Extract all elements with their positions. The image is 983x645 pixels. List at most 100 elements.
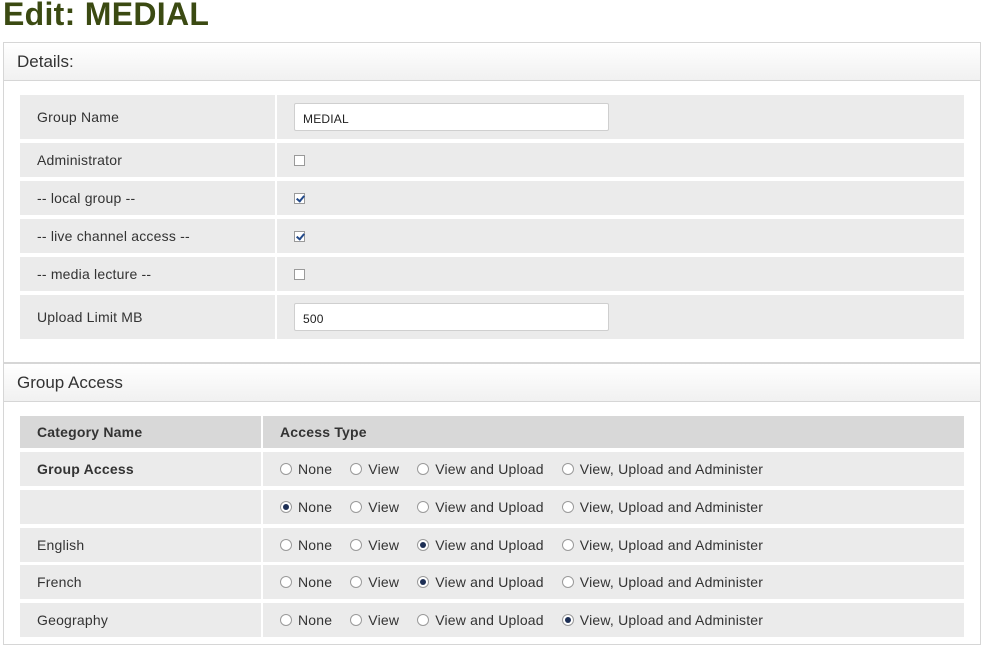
- access-option[interactable]: View: [350, 574, 399, 590]
- access-radio[interactable]: [561, 614, 574, 626]
- access-option[interactable]: View: [350, 537, 399, 553]
- access-option[interactable]: None: [280, 499, 332, 515]
- access-row-options: None View View and Upload View, Upload and …: [261, 528, 964, 562]
- access-option[interactable]: View and Upload: [417, 612, 544, 628]
- access-radio[interactable]: [280, 539, 292, 551]
- category-name-header: Category Name: [37, 424, 143, 440]
- access-option-label: View, Upload and Administer: [579, 574, 764, 590]
- access-option-label: View, Upload and Administer: [579, 612, 764, 628]
- group-access-panel: Group Access Category Name Access Type G…: [3, 363, 981, 645]
- live-channel-access-cell: [275, 219, 964, 253]
- live-channel-access-label: -- live channel access --: [37, 228, 190, 244]
- access-option[interactable]: View, Upload and Administer: [561, 612, 764, 628]
- access-option[interactable]: View, Upload and Administer: [561, 537, 764, 553]
- access-option[interactable]: View and Upload: [417, 461, 544, 477]
- local-group-label: -- local group --: [37, 190, 136, 206]
- access-option-label: View and Upload: [435, 461, 544, 477]
- access-option-label: View, Upload and Administer: [579, 537, 764, 553]
- access-radio[interactable]: [417, 501, 430, 513]
- access-option-label: None: [298, 574, 333, 590]
- local-group-row: -- local group --: [20, 181, 964, 215]
- access-option[interactable]: None: [280, 461, 332, 477]
- upload-limit-input[interactable]: 500: [294, 303, 609, 331]
- access-radio[interactable]: [561, 463, 574, 475]
- access-option[interactable]: View: [350, 612, 399, 628]
- access-row: Group Access None View View and Upload View,…: [20, 452, 964, 486]
- access-row: English None View View and Upload View, Uplo…: [20, 528, 964, 562]
- access-radio[interactable]: [280, 576, 292, 588]
- access-row: None View View and Upload View, Upload and …: [20, 490, 964, 524]
- access-option[interactable]: View and Upload: [417, 537, 544, 553]
- local-group-checkbox[interactable]: [294, 192, 305, 204]
- access-radio[interactable]: [561, 501, 574, 513]
- access-option[interactable]: View and Upload: [417, 574, 544, 590]
- access-option-label: View, Upload and Administer: [579, 461, 764, 477]
- access-option-label: View and Upload: [435, 574, 544, 590]
- group-name-label: Group Name: [37, 109, 120, 125]
- access-radio[interactable]: [350, 501, 363, 513]
- group-access-header: Group Access: [4, 364, 980, 402]
- access-radio[interactable]: [350, 463, 363, 475]
- access-option-label: View: [368, 612, 400, 628]
- access-row-category: Geography: [37, 612, 109, 628]
- media-lecture-row: -- media lecture --: [20, 257, 964, 291]
- access-option[interactable]: View: [350, 461, 399, 477]
- access-row-options: None View View and Upload View, Upload and …: [261, 565, 964, 599]
- access-option[interactable]: View: [350, 499, 399, 515]
- access-option-label: View, Upload and Administer: [579, 499, 764, 515]
- access-option-label: View and Upload: [435, 612, 544, 628]
- administrator-row: Administrator: [20, 143, 964, 177]
- local-group-cell: [275, 181, 964, 215]
- media-lecture-cell: [275, 257, 964, 291]
- page-title: Edit: MEDIAL: [3, 0, 210, 32]
- upload-limit-row: Upload Limit MB 500: [20, 295, 964, 339]
- access-option-label: None: [298, 461, 333, 477]
- access-row-category: Group Access: [37, 461, 134, 477]
- access-radio[interactable]: [417, 614, 430, 626]
- access-option[interactable]: None: [280, 612, 332, 628]
- access-row-options: None View View and Upload View, Upload and …: [261, 603, 964, 637]
- media-lecture-checkbox[interactable]: [294, 268, 305, 280]
- access-row-category: French: [37, 574, 82, 590]
- access-option-label: None: [298, 499, 333, 515]
- group-name-row: Group Name MEDIAL: [20, 95, 964, 139]
- access-radio[interactable]: [561, 576, 574, 588]
- access-row: French None View View and Upload View, Uploa…: [20, 565, 964, 599]
- live-channel-access-checkbox[interactable]: [294, 230, 305, 242]
- access-radio[interactable]: [350, 539, 363, 551]
- access-option[interactable]: View and Upload: [417, 499, 544, 515]
- access-radio[interactable]: [280, 501, 292, 513]
- administrator-cell: [275, 143, 964, 177]
- access-radio[interactable]: [350, 576, 363, 588]
- access-option-label: View: [368, 574, 400, 590]
- access-option[interactable]: View, Upload and Administer: [561, 499, 764, 515]
- access-radio[interactable]: [417, 463, 430, 475]
- access-option-label: View: [368, 537, 400, 553]
- access-option[interactable]: View, Upload and Administer: [561, 461, 764, 477]
- details-panel: Details: Group Name MEDIAL Administrator…: [3, 42, 981, 363]
- access-radio[interactable]: [417, 576, 430, 588]
- administrator-checkbox[interactable]: [294, 154, 305, 166]
- access-row-category: English: [37, 537, 85, 553]
- group-name-input[interactable]: MEDIAL: [294, 103, 609, 131]
- live-channel-access-row: -- live channel access --: [20, 219, 964, 253]
- access-row: Geography None View View and Upload View, Up…: [20, 603, 964, 637]
- access-type-header: Access Type: [261, 416, 964, 448]
- access-option[interactable]: View, Upload and Administer: [561, 574, 764, 590]
- administrator-label: Administrator: [37, 152, 123, 168]
- access-radio[interactable]: [417, 539, 430, 551]
- media-lecture-label: -- media lecture --: [37, 266, 152, 282]
- details-header: Details:: [4, 43, 980, 81]
- access-radio[interactable]: [280, 614, 292, 626]
- access-radio[interactable]: [561, 539, 574, 551]
- group-name-cell: MEDIAL: [275, 95, 964, 139]
- upload-limit-label: Upload Limit MB: [37, 309, 143, 325]
- access-radio[interactable]: [280, 463, 292, 475]
- access-option[interactable]: None: [280, 574, 332, 590]
- access-option-label: View: [368, 499, 400, 515]
- access-option-label: View and Upload: [435, 537, 544, 553]
- access-radio[interactable]: [350, 614, 363, 626]
- access-option-label: None: [298, 612, 333, 628]
- access-option-label: None: [298, 537, 333, 553]
- access-option[interactable]: None: [280, 537, 332, 553]
